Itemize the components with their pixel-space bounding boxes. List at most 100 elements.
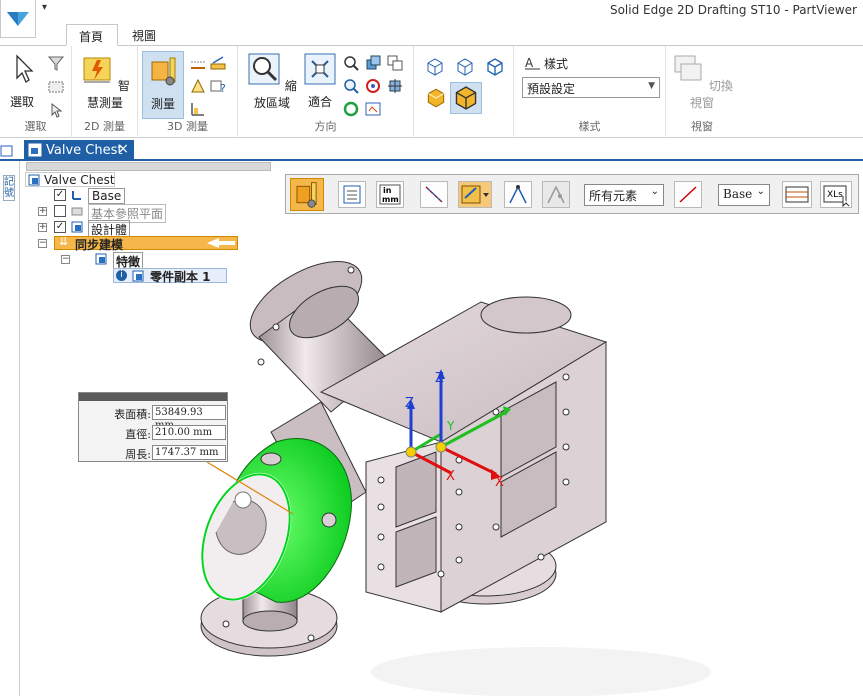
- expand-icon[interactable]: +: [38, 223, 47, 232]
- angle-button[interactable]: [504, 181, 532, 208]
- panel-pin-icon[interactable]: [0, 144, 14, 158]
- document-tab-label: Valve Chest: [46, 143, 123, 158]
- measure-options-button[interactable]: [458, 181, 492, 208]
- switch-window-button[interactable]: 切換視窗: [668, 52, 736, 111]
- export-excel-button[interactable]: XLs: [820, 181, 852, 208]
- svg-text:XLs: XLs: [827, 190, 843, 200]
- line-icon: [425, 186, 443, 203]
- measure-line-button[interactable]: [420, 181, 448, 208]
- pan-icon[interactable]: [364, 54, 382, 72]
- sync-icon: ⇊: [59, 235, 69, 248]
- panel-drag-handle[interactable]: [79, 393, 227, 401]
- element-filter-select[interactable]: 所有元素 ⌄: [584, 184, 664, 206]
- measure-angle-icon[interactable]: [189, 100, 207, 118]
- tree-item-features[interactable]: − 特徵: [61, 252, 161, 271]
- close-icon[interactable]: ×: [117, 141, 129, 157]
- tree-item-reference-planes[interactable]: + 基本參照平面: [38, 204, 178, 223]
- wireframe-cube-icon[interactable]: [424, 56, 446, 78]
- tree-item-part-copy[interactable]: i 零件副本 1: [113, 268, 227, 284]
- select-tools-icon[interactable]: [47, 101, 65, 119]
- body-icon: [71, 221, 83, 233]
- hidden-edge-cube-icon[interactable]: [454, 56, 476, 78]
- tree-item-base[interactable]: ✓ Base: [54, 188, 134, 204]
- style-select-value: 預設設定: [527, 82, 576, 96]
- measure-distance-icon[interactable]: [189, 54, 207, 72]
- rotate-icon[interactable]: [364, 77, 382, 95]
- synchronous-highlight: ⇊ 同步建模: [54, 235, 238, 252]
- zoom-area-icon: [248, 53, 280, 85]
- graphics-window[interactable]: Z Z X X Y Valve Chest ✓ Base + 基本參照平面 + …: [21, 162, 863, 696]
- measure-tool-button[interactable]: [290, 178, 324, 211]
- group-styles-label: 樣式: [578, 120, 601, 133]
- line-style-button[interactable]: [674, 181, 702, 208]
- perimeter-label: 周長:: [125, 448, 151, 461]
- axis-y-label: Y: [446, 419, 455, 433]
- measure-ruler-dropdown-icon: [461, 185, 489, 204]
- axis-x-label-2: X: [495, 475, 504, 490]
- reference-planes-checkbox[interactable]: [54, 205, 66, 217]
- group-window-label: 視窗: [691, 120, 713, 133]
- fit-button[interactable]: 適合: [302, 52, 338, 110]
- ribbon-tabs: 首頁 視圖: [0, 22, 863, 46]
- document-tab[interactable]: Valve Chest ×: [24, 140, 134, 161]
- shaded-edges-cube-selected[interactable]: [450, 82, 482, 114]
- inch-mm-icon: inmm: [379, 184, 401, 205]
- perimeter-value: 1747.37 mm: [152, 445, 226, 460]
- surface-area-label: 表面積:: [114, 408, 151, 421]
- sync-icon[interactable]: [342, 100, 360, 118]
- measure-query-icon[interactable]: ?: [209, 77, 227, 95]
- angle-icon: [509, 185, 527, 204]
- zoom-search-icon[interactable]: [342, 77, 360, 95]
- zoom-area-button[interactable]: 縮放區域: [242, 52, 302, 111]
- measure-3d-icon: [151, 57, 176, 86]
- visible-edge-cube-icon[interactable]: [484, 56, 506, 78]
- tree-item-design-body[interactable]: + ✓ 設計體: [38, 220, 148, 239]
- switch-window-icon: [674, 55, 702, 81]
- window-copy-icon[interactable]: [386, 54, 404, 72]
- spin-icon[interactable]: [386, 77, 404, 95]
- units-button[interactable]: in mm: [376, 181, 404, 208]
- quick-access-dropdown[interactable]: ▾: [42, 2, 47, 13]
- list-options-icon: [343, 185, 361, 204]
- excel-export-icon: XLs: [823, 185, 850, 208]
- measure-button[interactable]: 測量: [142, 51, 184, 119]
- smart-measure-icon: [83, 57, 111, 83]
- base-checkbox[interactable]: ✓: [54, 189, 66, 201]
- svg-text:in: in: [383, 186, 392, 195]
- planes-icon: [71, 207, 83, 216]
- shaded-cube-icon[interactable]: [424, 86, 448, 110]
- tab-home[interactable]: 首頁: [66, 24, 118, 46]
- side-panel-strip: 記號: [0, 161, 20, 696]
- design-body-checkbox[interactable]: ✓: [54, 221, 66, 233]
- group-3d-measure: 測量 ? 3D 測量: [138, 46, 238, 138]
- filter-icon[interactable]: [47, 54, 65, 72]
- report-button[interactable]: [782, 181, 812, 208]
- select-box-icon[interactable]: [47, 78, 65, 96]
- smart-measure-button[interactable]: 智慧測量: [76, 52, 134, 111]
- info-icon: i: [116, 270, 127, 281]
- style-select[interactable]: 預設設定 ▼: [522, 77, 660, 98]
- zoom-icon[interactable]: [342, 54, 360, 72]
- angle-disabled-button[interactable]: [542, 181, 570, 208]
- collapse-icon[interactable]: −: [38, 239, 47, 248]
- named-view-icon[interactable]: [364, 100, 382, 118]
- collapse-icon[interactable]: −: [61, 255, 70, 264]
- part-copy-icon: [132, 270, 144, 282]
- options-button[interactable]: [338, 181, 366, 208]
- expand-icon[interactable]: +: [38, 207, 47, 216]
- style-title: 樣式: [544, 57, 569, 71]
- tab-view[interactable]: 視圖: [120, 24, 172, 46]
- measure-ruler-icon[interactable]: [209, 54, 227, 72]
- title-bar: ▾ Solid Edge 2D Drafting ST10 - PartView…: [0, 0, 863, 38]
- document-tab-bar: Valve Chest ×: [0, 139, 863, 161]
- select-button[interactable]: 選取: [4, 52, 40, 110]
- layer-select[interactable]: Base ⌄: [718, 184, 770, 206]
- group-orient-label: 方向: [314, 120, 337, 133]
- tree-drag-handle[interactable]: [26, 162, 271, 171]
- tree-item-synchronous[interactable]: − ⇊ 同步建模: [38, 235, 238, 252]
- tree-root[interactable]: Valve Chest: [25, 172, 115, 187]
- chevron-down-icon: ⌄: [650, 186, 659, 197]
- side-tab-label[interactable]: 記號: [3, 175, 15, 201]
- group-3d-measure-label: 3D 測量: [167, 120, 208, 133]
- measure-area-icon[interactable]: [189, 77, 207, 95]
